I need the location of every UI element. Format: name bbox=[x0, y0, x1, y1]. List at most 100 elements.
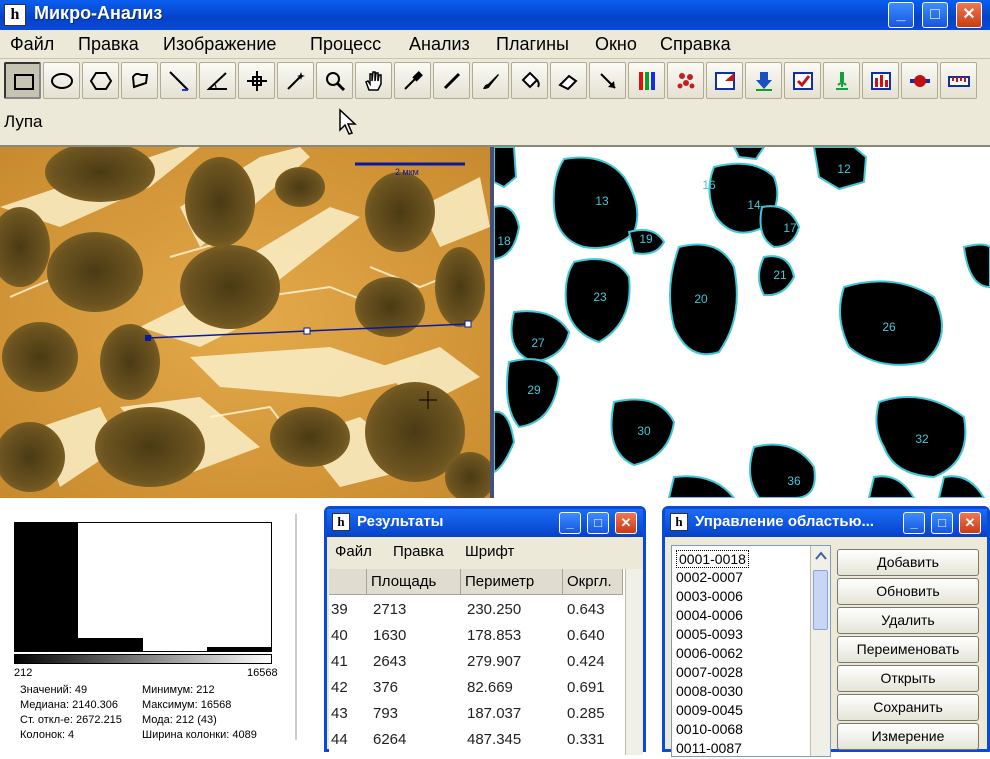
results-menu-edit[interactable]: Правка bbox=[393, 543, 444, 560]
wand-tool[interactable] bbox=[277, 62, 314, 99]
maximize-button[interactable]: □ bbox=[931, 512, 953, 534]
list-item[interactable]: 0008-0030 bbox=[676, 683, 743, 699]
pencil-tool[interactable] bbox=[433, 62, 470, 99]
oval-icon bbox=[51, 73, 73, 89]
list-item[interactable]: 0004-0006 bbox=[676, 607, 743, 623]
title-bar: h Микро-Анализ _ □ ✕ bbox=[0, 0, 990, 30]
particles-icon bbox=[677, 73, 695, 89]
results-scrollbar[interactable] bbox=[625, 569, 643, 755]
particle-label: 18 bbox=[497, 234, 511, 248]
freehand-tool[interactable] bbox=[121, 62, 158, 99]
eraser-tool[interactable] bbox=[550, 62, 587, 99]
menu-file[interactable]: Файл bbox=[10, 34, 54, 55]
scale-bar-label: 2 мкм bbox=[395, 167, 419, 177]
menu-window[interactable]: Окно bbox=[595, 34, 637, 55]
hist-stat: Значений: 49 bbox=[20, 684, 88, 696]
line-tool[interactable] bbox=[160, 62, 197, 99]
hist-stat: Ширина колонки: 4089 bbox=[142, 729, 257, 741]
list-item[interactable]: 0011-0087 bbox=[676, 740, 742, 756]
column-header[interactable] bbox=[329, 569, 367, 595]
fill-tool[interactable] bbox=[511, 62, 548, 99]
save-button[interactable]: Сохранить bbox=[837, 694, 979, 721]
bar-chart-tool[interactable] bbox=[862, 62, 899, 99]
menu-analyze[interactable]: Анализ bbox=[409, 34, 470, 55]
minimize-button[interactable]: _ bbox=[903, 512, 925, 534]
delete-button[interactable]: Удалить bbox=[837, 607, 979, 634]
list-item[interactable]: 0007-0028 bbox=[676, 664, 743, 680]
menu-image[interactable]: Изображение bbox=[163, 34, 276, 55]
column-header[interactable]: Периметр bbox=[461, 569, 563, 595]
menu-edit[interactable]: Правка bbox=[78, 34, 139, 55]
download-tool[interactable] bbox=[745, 62, 782, 99]
results-menu-file[interactable]: Файл bbox=[335, 543, 372, 560]
particle-label: 14 bbox=[747, 198, 761, 212]
ruler-tool[interactable] bbox=[940, 62, 977, 99]
blob-icon bbox=[910, 75, 930, 87]
add-button[interactable]: Добавить bbox=[837, 549, 979, 576]
close-button[interactable]: ✕ bbox=[959, 512, 981, 534]
hand-tool[interactable] bbox=[355, 62, 392, 99]
particle-label: 16 bbox=[702, 178, 716, 192]
maximize-button[interactable]: □ bbox=[922, 2, 948, 28]
rename-button[interactable]: Переименовать bbox=[837, 636, 979, 663]
menu-plugins[interactable]: Плагины bbox=[496, 34, 569, 55]
maximize-button[interactable]: □ bbox=[587, 512, 609, 534]
crop-tool[interactable] bbox=[706, 62, 743, 99]
checklist-tool[interactable] bbox=[784, 62, 821, 99]
list-item[interactable]: 0003-0006 bbox=[676, 588, 743, 604]
hist-max-label: 16568 bbox=[247, 667, 278, 679]
menu-help[interactable]: Справка bbox=[660, 34, 731, 55]
arrow-icon bbox=[600, 73, 616, 89]
blob-tool[interactable] bbox=[901, 62, 938, 99]
list-item[interactable]: 0002-0007 bbox=[676, 569, 743, 585]
roi-manager-window: h Управление областью... _ □ ✕ 0001-0018… bbox=[662, 506, 990, 757]
brush-tool[interactable] bbox=[472, 62, 509, 99]
rectangle-tool[interactable] bbox=[4, 62, 41, 99]
micrograph-image[interactable]: 2 мкм bbox=[0, 147, 490, 498]
roi-title-bar[interactable]: h Управление областью... _ □ ✕ bbox=[665, 509, 987, 537]
rgb-tool[interactable] bbox=[628, 62, 665, 99]
minimize-button[interactable]: _ bbox=[888, 2, 914, 28]
microscope-tool[interactable] bbox=[823, 62, 860, 99]
particle-label: 29 bbox=[527, 383, 541, 397]
close-button[interactable]: ✕ bbox=[615, 512, 637, 534]
particle-label: 19 bbox=[639, 232, 653, 246]
measure-button[interactable]: Измерение bbox=[837, 723, 979, 750]
results-window: h Результаты _ □ ✕ Файл Правка Шрифт Пло… bbox=[324, 506, 646, 759]
roi-scrollbar[interactable] bbox=[810, 546, 830, 756]
results-menu-font[interactable]: Шрифт bbox=[465, 543, 514, 560]
list-item[interactable]: 0009-0045 bbox=[676, 702, 743, 718]
particle-label: 32 bbox=[915, 432, 929, 446]
update-button[interactable]: Обновить bbox=[837, 578, 979, 605]
roi-list[interactable]: 0001-0018 0002-0007 0003-0006 0004-0006 … bbox=[671, 545, 831, 757]
column-header[interactable]: Площадь bbox=[367, 569, 461, 595]
close-button[interactable]: ✕ bbox=[956, 2, 982, 28]
binary-mask-image[interactable]: 12 13 14 16 17 18 19 20 21 23 26 27 29 3… bbox=[494, 147, 990, 498]
oval-tool[interactable] bbox=[43, 62, 80, 99]
list-item[interactable]: 0010-0068 bbox=[676, 721, 743, 737]
list-item[interactable]: 0001-0018 bbox=[676, 550, 749, 568]
mouse-pointer-icon bbox=[339, 108, 357, 135]
minimize-button[interactable]: _ bbox=[559, 512, 581, 534]
eyedropper-icon bbox=[404, 71, 423, 90]
magnifier-tool[interactable] bbox=[316, 62, 353, 99]
arrow-tool[interactable] bbox=[589, 62, 626, 99]
results-title: Результаты bbox=[357, 513, 444, 530]
particle-label: 36 bbox=[787, 474, 801, 488]
menu-process[interactable]: Процесс bbox=[310, 34, 381, 55]
particle-label: 26 bbox=[882, 320, 896, 334]
angle-tool[interactable] bbox=[199, 62, 236, 99]
dropper-tool[interactable] bbox=[394, 62, 431, 99]
list-item[interactable]: 0006-0062 bbox=[676, 645, 743, 661]
menu-bar: Файл Правка Изображение Процесс Анализ П… bbox=[0, 30, 990, 59]
particles-tool[interactable] bbox=[667, 62, 704, 99]
results-title-bar[interactable]: h Результаты _ □ ✕ bbox=[327, 509, 643, 537]
polygon-tool[interactable] bbox=[82, 62, 119, 99]
open-button[interactable]: Открыть bbox=[837, 665, 979, 692]
app-icon[interactable]: h bbox=[4, 4, 26, 26]
list-item[interactable]: 0005-0093 bbox=[676, 626, 743, 642]
point-tool[interactable] bbox=[238, 62, 275, 99]
bar-chart-icon bbox=[871, 72, 891, 90]
column-header[interactable]: Окргл. bbox=[563, 569, 623, 595]
line-icon bbox=[169, 71, 189, 91]
